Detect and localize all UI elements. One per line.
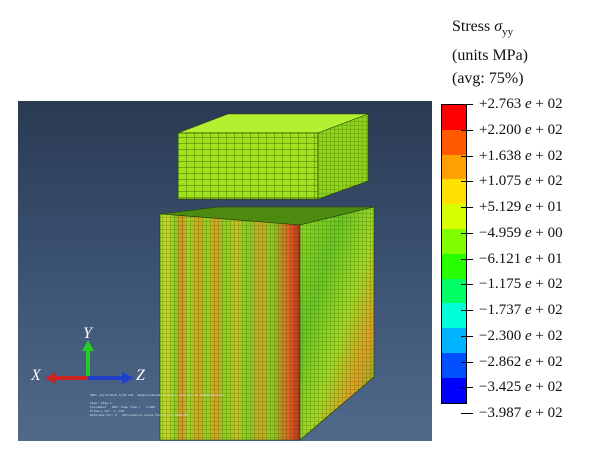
legend-tick-mark	[461, 129, 473, 131]
legend-tick-e: e	[524, 224, 532, 241]
legend-tick: +1.638 e + 02	[461, 146, 563, 166]
legend-tick-exponent: + 02	[531, 276, 563, 293]
legend-tick-mark	[461, 310, 473, 312]
legend-tick-exponent: + 01	[531, 199, 563, 215]
legend-tick-mantissa: +2.200	[479, 121, 522, 138]
legend-tick: −3.987 e + 02	[461, 403, 563, 423]
legend-tick-mantissa: −3.425	[479, 379, 522, 396]
upper-block	[177, 113, 369, 200]
legend-tick-mark	[461, 104, 473, 106]
legend-tick-mantissa: −6.121	[479, 250, 522, 267]
legend-tick-exponent: + 02	[531, 353, 563, 370]
legend-tick: +2.763 e + 02	[461, 94, 563, 114]
legend-tick: −3.425 e + 02	[461, 377, 563, 397]
legend-tick-exponent: + 02	[531, 147, 563, 164]
legend-tick-exponent: + 02	[531, 302, 563, 318]
legend-tick: −1.737 e + 02	[461, 300, 563, 320]
legend-tick: −1.175 e + 02	[461, 274, 563, 294]
triad-x-label: X	[31, 367, 41, 384]
legend-tick-e: e	[524, 250, 532, 267]
legend-tick-e: e	[524, 199, 532, 215]
legend-tick-exponent: + 02	[531, 121, 563, 138]
legend-title: Stress σyy (units MPa) (avg: 75%)	[452, 15, 528, 90]
legend-tick-mantissa: −3.987	[479, 405, 522, 421]
triad-z-label: Z	[136, 367, 145, 384]
legend-tick-e: e	[524, 173, 532, 190]
legend-tick-e: e	[524, 276, 532, 293]
legend-tick-exponent: + 01	[531, 250, 563, 267]
legend-tick-exponent: + 02	[531, 327, 563, 344]
legend-title-line1: Stress σyy	[452, 18, 514, 39]
legend-tick-mark	[461, 232, 473, 234]
legend-tick-mantissa: +1.638	[479, 147, 522, 164]
legend-tick: −6.121 e + 01	[461, 249, 563, 269]
legend-tick-mantissa: +1.075	[479, 173, 522, 190]
legend-tick-exponent: + 02	[531, 173, 563, 190]
sigma-symbol: σ	[494, 18, 503, 35]
legend-title-average: (avg: 75%)	[452, 70, 524, 88]
axis-triad	[45, 340, 134, 384]
legend-tick-mark	[461, 413, 473, 415]
legend-tick-mark	[461, 155, 473, 157]
legend-tick-mantissa: +5.129	[479, 199, 522, 215]
triad-z-arrowhead	[122, 372, 134, 384]
legend-tick-exponent: + 02	[531, 405, 563, 421]
legend-tick-mantissa: −2.300	[479, 327, 522, 344]
legend-tick: −2.862 e + 02	[461, 352, 563, 372]
triad-x-arrowhead	[45, 372, 56, 384]
legend-title-units: (units MPa)	[452, 47, 528, 65]
legend-tick-e: e	[524, 405, 532, 421]
legend-tick-e: e	[524, 353, 532, 370]
upper-block-front-face	[177, 132, 319, 200]
legend-tick-mark	[461, 258, 473, 260]
viewport-status-text: ODB: dsjvhrkmc8_0_M2.odb Abaqus/Standard…	[90, 393, 224, 417]
legend-tick-mark	[461, 361, 473, 363]
legend-tick-mark	[461, 387, 473, 389]
legend-tick-mantissa: −1.737	[479, 302, 522, 318]
triad-y-label: Y	[83, 325, 92, 342]
legend-tick-e: e	[524, 327, 532, 344]
legend-tick-e: e	[524, 121, 532, 138]
legend-tick-exponent: + 02	[531, 96, 563, 112]
legend-tick-exponent: + 02	[531, 379, 563, 396]
model-viewport[interactable]: Y X Z ODB: dsjvhrkmc8_0_M2.odb Abaqus/St…	[18, 101, 432, 441]
legend-tick: +1.075 e + 02	[461, 171, 563, 191]
legend-tick-mantissa: −1.175	[479, 276, 522, 293]
legend-tick-mark	[461, 181, 473, 183]
legend-tick-mantissa: −2.862	[479, 353, 522, 370]
legend-tick-e: e	[524, 96, 532, 112]
legend-tick-e: e	[524, 379, 532, 396]
legend-tick-mantissa: −4.959	[479, 224, 522, 241]
legend-tick-e: e	[524, 302, 532, 318]
lower-block-side-grid	[300, 207, 374, 440]
legend-tick-exponent: + 00	[531, 224, 563, 241]
legend-tick-mark	[461, 207, 473, 209]
legend-tick: +2.200 e + 02	[461, 120, 563, 140]
legend-tick-mark	[461, 335, 473, 337]
legend-tick: +5.129 e + 01	[461, 197, 563, 217]
model-scene	[45, 113, 375, 441]
legend-tick: −4.959 e + 00	[461, 223, 563, 243]
legend-tick: −2.300 e + 02	[461, 326, 563, 346]
legend-tick-e: e	[524, 147, 532, 164]
legend-tick-mantissa: +2.763	[479, 96, 522, 112]
legend-tick-mark	[461, 284, 473, 286]
